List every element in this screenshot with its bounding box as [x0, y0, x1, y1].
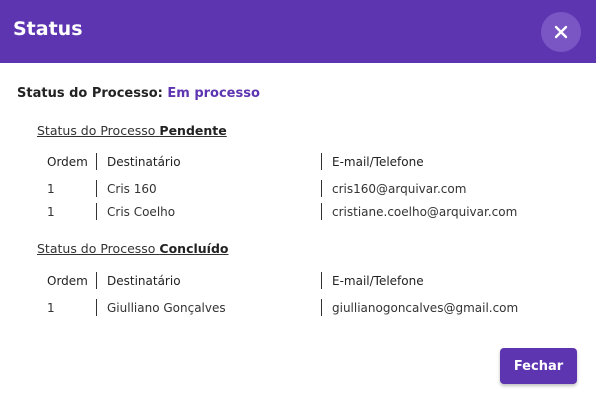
cell-contato: giullianogoncalves@gmail.com: [332, 301, 519, 315]
column-header-ordem: Ordem: [47, 274, 88, 288]
section-title-status: Pendente: [159, 123, 227, 138]
fechar-button[interactable]: Fechar: [500, 348, 577, 384]
column-divider: [96, 203, 97, 220]
column-divider: [321, 180, 322, 197]
column-divider: [96, 153, 97, 170]
cell-ordem: 1: [47, 205, 55, 219]
column-divider: [321, 203, 322, 220]
column-divider: [96, 299, 97, 316]
column-header-contato: E-mail/Telefone: [332, 155, 424, 169]
column-header-ordem: Ordem: [47, 155, 88, 169]
column-divider: [321, 299, 322, 316]
section-title-concluido: Status do Processo Concluído: [37, 241, 229, 256]
dialog-title: Status: [13, 18, 83, 40]
column-divider: [96, 272, 97, 289]
section-title-status: Concluído: [159, 241, 229, 256]
column-header-contato: E-mail/Telefone: [332, 274, 424, 288]
cell-destinatario: Giulliano Gonçalves: [107, 301, 226, 315]
column-divider: [321, 272, 322, 289]
column-divider: [321, 153, 322, 170]
process-status-label: Status do Processo:: [17, 86, 163, 101]
column-divider: [96, 180, 97, 197]
column-header-destinatario: Destinatário: [107, 274, 181, 288]
cell-contato: cristiane.coelho@arquivar.com: [332, 205, 518, 219]
cell-destinatario: Cris Coelho: [107, 205, 176, 219]
column-header-destinatario: Destinatário: [107, 155, 181, 169]
cell-ordem: 1: [47, 301, 55, 315]
close-icon: [554, 25, 568, 39]
close-button[interactable]: [541, 12, 581, 52]
process-status-value: Em processo: [167, 86, 260, 101]
dialog-header: Status: [0, 0, 596, 63]
cell-destinatario: Cris 160: [107, 182, 157, 196]
cell-ordem: 1: [47, 182, 55, 196]
section-title-prefix: Status do Processo: [37, 241, 156, 256]
section-title-prefix: Status do Processo: [37, 123, 156, 138]
section-title-pendente: Status do Processo Pendente: [37, 123, 227, 138]
cell-contato: cris160@arquivar.com: [332, 182, 467, 196]
process-status: Status do Processo: Em processo: [17, 86, 260, 101]
